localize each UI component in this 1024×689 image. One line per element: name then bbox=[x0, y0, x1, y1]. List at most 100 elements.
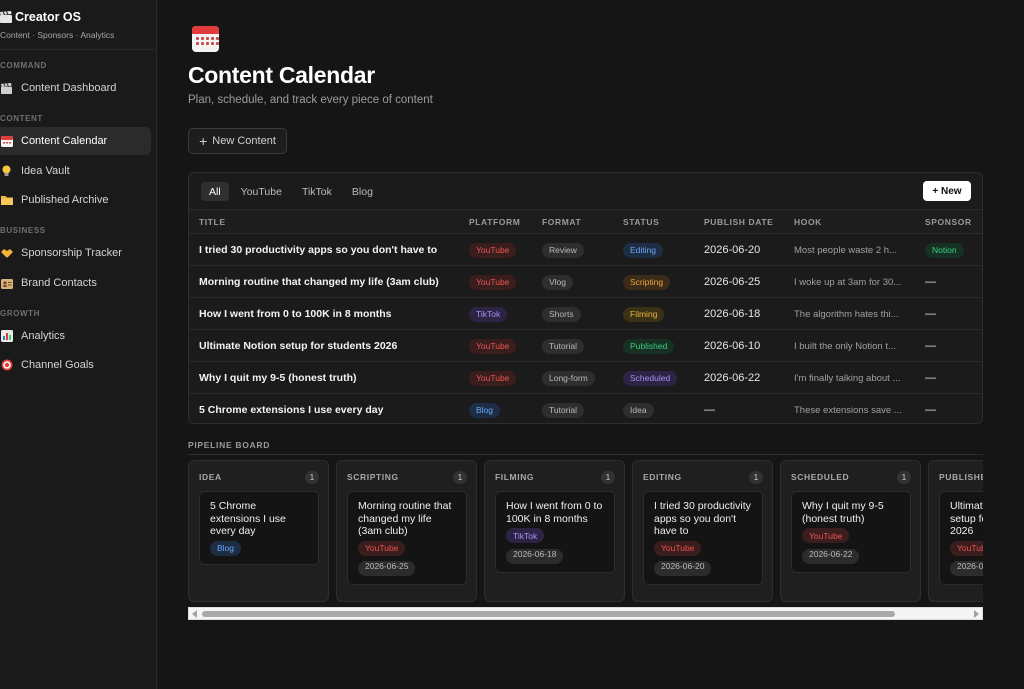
card-title: Ultimate Notion setup for students 2026 bbox=[950, 500, 983, 537]
sidebar-item-label: Sponsorship Tracker bbox=[21, 247, 122, 259]
column-header-title[interactable]: TITLE bbox=[199, 210, 226, 235]
sidebar-item-label: Channel Goals bbox=[21, 359, 94, 371]
sponsor-empty: — bbox=[925, 276, 936, 288]
column-header-hook[interactable]: HOOK bbox=[794, 210, 822, 235]
column-title: SCHEDULED bbox=[791, 472, 850, 482]
hook-text: These extensions save ... bbox=[794, 404, 902, 416]
sidebar-item-label: Analytics bbox=[21, 330, 66, 342]
format-badge: Tutorial bbox=[542, 402, 585, 418]
pipeline-card[interactable]: I tried 30 productivity apps so you don'… bbox=[643, 491, 763, 585]
sidebar-item-label: Brand Contacts bbox=[21, 277, 97, 289]
scroll-left-arrow-icon[interactable] bbox=[192, 610, 197, 618]
clapper-icon bbox=[0, 11, 12, 23]
section-command: COMMAND bbox=[0, 61, 47, 70]
sidebar-item-published-archive[interactable]: Published Archive bbox=[0, 186, 151, 214]
pipeline-title: PIPELINE BOARD bbox=[188, 440, 271, 450]
date-badge: 2026-06-10 bbox=[950, 561, 983, 576]
pipeline-card[interactable]: Why I quit my 9-5 (honest truth) YouTube… bbox=[791, 491, 911, 573]
sidebar-item-content-dashboard[interactable]: Content Dashboard bbox=[0, 74, 151, 102]
status-badge: Scheduled bbox=[623, 370, 678, 386]
content-table: All YouTube TikTok Blog + New TITLE PLAT… bbox=[188, 172, 983, 424]
column-header-platform[interactable]: PLATFORM bbox=[469, 210, 520, 235]
sidebar-item-label: Content Calendar bbox=[21, 135, 108, 147]
tab-youtube[interactable]: YouTube bbox=[233, 182, 290, 201]
sidebar-item-analytics[interactable]: Analytics bbox=[0, 322, 151, 350]
date-badge: 2026-06-20 bbox=[654, 561, 712, 576]
format-badge: Long-form bbox=[542, 370, 595, 386]
platform-badge: YouTube bbox=[950, 540, 983, 556]
table-row[interactable]: I tried 30 productivity apps so you don'… bbox=[189, 234, 982, 266]
pipeline-card[interactable]: How I went from 0 to 100K in 8 months Ti… bbox=[495, 491, 615, 573]
format-badge: Tutorial bbox=[542, 338, 585, 354]
sidebar-item-label: Content Dashboard bbox=[21, 82, 117, 94]
new-content-button[interactable]: + New Content bbox=[188, 128, 287, 154]
horizontal-scrollbar[interactable] bbox=[188, 607, 983, 620]
section-business: BUSINESS bbox=[0, 226, 46, 235]
pipeline-card[interactable]: Morning routine that changed my life (3a… bbox=[347, 491, 467, 585]
column-header-format[interactable]: FORMAT bbox=[542, 210, 581, 235]
card-title: Morning routine that changed my life (3a… bbox=[358, 500, 452, 537]
scrollbar-thumb[interactable] bbox=[202, 611, 895, 617]
column-header-sponsor[interactable]: SPONSOR bbox=[925, 210, 972, 235]
calendar-icon bbox=[0, 135, 13, 148]
row-title: Morning routine that changed my life (3a… bbox=[199, 276, 439, 288]
platform-badge: YouTube bbox=[469, 242, 517, 258]
platform-badge: YouTube bbox=[358, 540, 406, 556]
pipeline-column-idea: IDEA 1 5 Chrome extensions I use every d… bbox=[188, 460, 329, 602]
status-badge: Published bbox=[623, 338, 675, 354]
publish-date: 2026-06-22 bbox=[704, 372, 761, 384]
sponsor-empty: — bbox=[925, 372, 936, 384]
platform-badge: Blog bbox=[469, 402, 501, 418]
table-row[interactable]: Morning routine that changed my life (3a… bbox=[189, 266, 982, 298]
sponsor-empty: — bbox=[925, 340, 936, 352]
table-row[interactable]: 5 Chrome extensions I use every day Blog… bbox=[189, 394, 982, 423]
sidebar-item-channel-goals[interactable]: Channel Goals bbox=[0, 351, 151, 379]
plus-icon: + bbox=[199, 133, 208, 149]
app-subtitle: Content · Sponsors · Analytics bbox=[0, 30, 115, 40]
card-title: 5 Chrome extensions I use every day bbox=[210, 500, 286, 537]
format-badge: Review bbox=[542, 242, 584, 258]
column-count: 1 bbox=[305, 471, 319, 484]
pipeline-board[interactable]: IDEA 1 5 Chrome extensions I use every d… bbox=[188, 460, 983, 607]
table-row[interactable]: Ultimate Notion setup for students 2026 … bbox=[189, 330, 982, 362]
sidebar-item-content-calendar[interactable]: Content Calendar bbox=[0, 127, 151, 155]
table-row[interactable]: How I went from 0 to 100K in 8 months Ti… bbox=[189, 298, 982, 330]
tab-all[interactable]: All bbox=[201, 182, 229, 201]
divider bbox=[0, 49, 157, 50]
format-badge: Shorts bbox=[542, 306, 581, 322]
hook-text: I woke up at 3am for 30... bbox=[794, 276, 902, 288]
tab-blog[interactable]: Blog bbox=[344, 182, 381, 201]
sidebar-item-brand-contacts[interactable]: Brand Contacts bbox=[0, 269, 151, 297]
folder-icon bbox=[0, 194, 13, 207]
sidebar: Creator OS Content · Sponsors · Analytic… bbox=[0, 0, 157, 689]
column-count: 1 bbox=[749, 471, 763, 484]
hook-text: Most people waste 2 h... bbox=[794, 244, 897, 256]
pipeline-card[interactable]: Ultimate Notion setup for students 2026 … bbox=[939, 491, 983, 585]
page-title: Content Calendar bbox=[188, 62, 375, 88]
platform-badge: YouTube bbox=[654, 540, 702, 556]
row-title: I tried 30 productivity apps so you don'… bbox=[199, 244, 438, 256]
sidebar-item-sponsorship-tracker[interactable]: Sponsorship Tracker bbox=[0, 239, 151, 267]
column-header-status[interactable]: STATUS bbox=[623, 210, 659, 235]
card-title: How I went from 0 to 100K in 8 months bbox=[506, 500, 603, 525]
platform-badge: YouTube bbox=[469, 338, 517, 354]
publish-date: 2026-06-20 bbox=[704, 244, 761, 256]
contact-icon bbox=[0, 277, 13, 290]
platform-badge: YouTube bbox=[469, 370, 517, 386]
pipeline-card[interactable]: 5 Chrome extensions I use every day Blog bbox=[199, 491, 319, 565]
table-row[interactable]: Why I quit my 9-5 (honest truth) YouTube… bbox=[189, 362, 982, 394]
sidebar-item-idea-vault[interactable]: Idea Vault bbox=[0, 157, 151, 185]
new-button[interactable]: + New bbox=[923, 181, 971, 201]
pipeline-column-scheduled: SCHEDULED 1 Why I quit my 9-5 (honest tr… bbox=[780, 460, 921, 602]
scroll-right-arrow-icon[interactable] bbox=[974, 610, 979, 618]
platform-badge: Blog bbox=[210, 540, 242, 556]
card-title: Why I quit my 9-5 (honest truth) bbox=[802, 500, 884, 525]
tab-tiktok[interactable]: TikTok bbox=[294, 182, 340, 201]
app-window: Creator OS Content · Sponsors · Analytic… bbox=[0, 0, 1024, 689]
column-header-publish-date[interactable]: PUBLISH DATE bbox=[704, 210, 773, 235]
column-count: 1 bbox=[601, 471, 615, 484]
clapper-icon bbox=[0, 82, 13, 95]
main-content: Content Calendar Plan, schedule, and tra… bbox=[157, 0, 1024, 689]
card-title: I tried 30 productivity apps so you don'… bbox=[654, 500, 751, 537]
publish-date: 2026-06-18 bbox=[704, 308, 761, 320]
